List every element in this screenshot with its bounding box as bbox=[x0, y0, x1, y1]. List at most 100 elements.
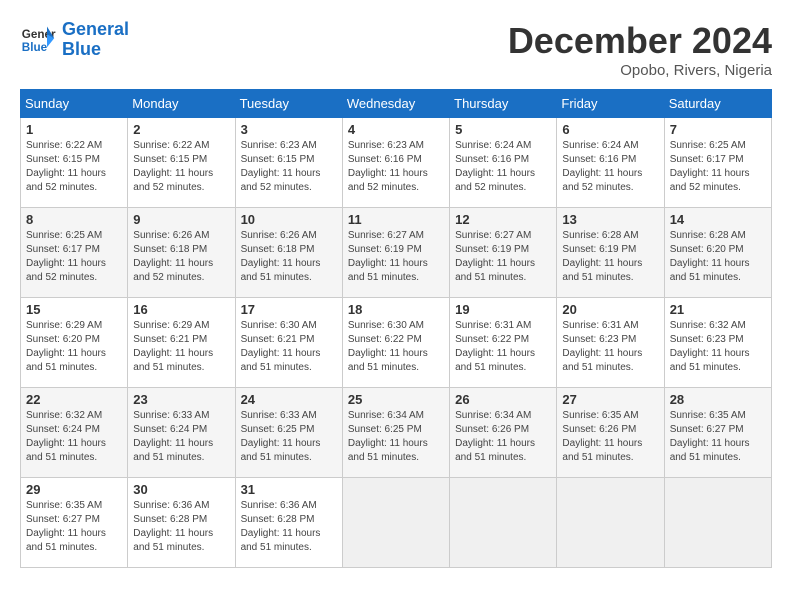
day-number: 21 bbox=[670, 302, 766, 317]
calendar-cell: 15 Sunrise: 6:29 AM Sunset: 6:20 PM Dayli… bbox=[21, 298, 128, 388]
calendar-cell: 20Sunrise: 6:31 AM Sunset: 6:23 PM Dayli… bbox=[557, 298, 664, 388]
day-info: Sunrise: 6:35 AM Sunset: 6:27 PM Dayligh… bbox=[670, 409, 766, 465]
calendar-cell bbox=[664, 478, 771, 568]
day-number: 23 bbox=[133, 392, 229, 407]
title-block: December 2024 Opobo, Rivers, Nigeria bbox=[508, 20, 772, 79]
calendar-cell: 8 Sunrise: 6:25 AM Sunset: 6:17 PM Daylig… bbox=[21, 208, 128, 298]
day-number: 28 bbox=[670, 392, 766, 407]
day-number: 16 bbox=[133, 302, 229, 317]
day-number: 22 bbox=[26, 392, 122, 407]
calendar-cell: 13 Sunrise: 6:28 AM Sunset: 6:19 PM Dayli… bbox=[557, 208, 664, 298]
calendar-cell: 1 Sunrise: 6:22 AM Sunset: 6:15 PM Daylig… bbox=[21, 118, 128, 208]
day-info: Sunrise: 6:25 AM Sunset: 6:17 PM Dayligh… bbox=[26, 229, 122, 285]
day-number: 29 bbox=[26, 482, 122, 497]
location: Opobo, Rivers, Nigeria bbox=[508, 62, 772, 79]
calendar-cell bbox=[342, 478, 449, 568]
day-info: Sunrise: 6:32 AM Sunset: 6:24 PM Dayligh… bbox=[26, 409, 122, 465]
calendar-cell: 9 Sunrise: 6:26 AM Sunset: 6:18 PM Daylig… bbox=[128, 208, 235, 298]
day-info: Sunrise: 6:30 AM Sunset: 6:22 PM Dayligh… bbox=[348, 319, 444, 375]
calendar-cell: 12 Sunrise: 6:27 AM Sunset: 6:19 PM Dayli… bbox=[450, 208, 557, 298]
day-info: Sunrise: 6:36 AM Sunset: 6:28 PM Dayligh… bbox=[241, 499, 337, 555]
calendar-cell: 22 Sunrise: 6:32 AM Sunset: 6:24 PM Dayli… bbox=[21, 388, 128, 478]
day-number: 1 bbox=[26, 122, 122, 137]
day-info: Sunrise: 6:26 AM Sunset: 6:18 PM Dayligh… bbox=[133, 229, 229, 285]
day-number: 14 bbox=[670, 212, 766, 227]
day-of-week-header: Monday bbox=[128, 90, 235, 118]
calendar-cell: 11 Sunrise: 6:27 AM Sunset: 6:19 PM Dayli… bbox=[342, 208, 449, 298]
day-number: 3 bbox=[241, 122, 337, 137]
day-info: Sunrise: 6:27 AM Sunset: 6:19 PM Dayligh… bbox=[455, 229, 551, 285]
calendar-cell: 27 Sunrise: 6:35 AM Sunset: 6:26 PM Dayli… bbox=[557, 388, 664, 478]
day-number: 4 bbox=[348, 122, 444, 137]
day-info: Sunrise: 6:22 AM Sunset: 6:15 PM Dayligh… bbox=[133, 139, 229, 195]
day-number: 10 bbox=[241, 212, 337, 227]
calendar-cell: 30Sunrise: 6:36 AM Sunset: 6:28 PM Dayli… bbox=[128, 478, 235, 568]
calendar-cell: 14 Sunrise: 6:28 AM Sunset: 6:20 PM Dayli… bbox=[664, 208, 771, 298]
day-info: Sunrise: 6:35 AM Sunset: 6:26 PM Dayligh… bbox=[562, 409, 658, 465]
day-number: 6 bbox=[562, 122, 658, 137]
calendar-cell: 5 Sunrise: 6:24 AM Sunset: 6:16 PM Daylig… bbox=[450, 118, 557, 208]
day-number: 25 bbox=[348, 392, 444, 407]
month-title: December 2024 bbox=[508, 20, 772, 62]
calendar-cell: 28 Sunrise: 6:35 AM Sunset: 6:27 PM Dayli… bbox=[664, 388, 771, 478]
calendar-cell: 16 Sunrise: 6:29 AM Sunset: 6:21 PM Dayli… bbox=[128, 298, 235, 388]
day-number: 12 bbox=[455, 212, 551, 227]
day-info: Sunrise: 6:22 AM Sunset: 6:15 PM Dayligh… bbox=[26, 139, 122, 195]
day-info: Sunrise: 6:32 AM Sunset: 6:23 PM Dayligh… bbox=[670, 319, 766, 375]
day-info: Sunrise: 6:29 AM Sunset: 6:20 PM Dayligh… bbox=[26, 319, 122, 375]
page-header: General Blue GeneralBlue December 2024 O… bbox=[20, 20, 772, 79]
day-info: Sunrise: 6:27 AM Sunset: 6:19 PM Dayligh… bbox=[348, 229, 444, 285]
calendar-cell bbox=[557, 478, 664, 568]
calendar-cell: 3 Sunrise: 6:23 AM Sunset: 6:15 PM Daylig… bbox=[235, 118, 342, 208]
day-info: Sunrise: 6:29 AM Sunset: 6:21 PM Dayligh… bbox=[133, 319, 229, 375]
day-info: Sunrise: 6:31 AM Sunset: 6:22 PM Dayligh… bbox=[455, 319, 551, 375]
day-info: Sunrise: 6:33 AM Sunset: 6:24 PM Dayligh… bbox=[133, 409, 229, 465]
day-info: Sunrise: 6:28 AM Sunset: 6:19 PM Dayligh… bbox=[562, 229, 658, 285]
day-number: 31 bbox=[241, 482, 337, 497]
day-number: 5 bbox=[455, 122, 551, 137]
calendar-cell: 6Sunrise: 6:24 AM Sunset: 6:16 PM Daylig… bbox=[557, 118, 664, 208]
calendar-cell: 23 Sunrise: 6:33 AM Sunset: 6:24 PM Dayli… bbox=[128, 388, 235, 478]
day-info: Sunrise: 6:26 AM Sunset: 6:18 PM Dayligh… bbox=[241, 229, 337, 285]
day-number: 15 bbox=[26, 302, 122, 317]
logo: General Blue GeneralBlue bbox=[20, 20, 129, 60]
day-number: 17 bbox=[241, 302, 337, 317]
calendar-cell: 29 Sunrise: 6:35 AM Sunset: 6:27 PM Dayli… bbox=[21, 478, 128, 568]
day-info: Sunrise: 6:28 AM Sunset: 6:20 PM Dayligh… bbox=[670, 229, 766, 285]
calendar-cell: 4 Sunrise: 6:23 AM Sunset: 6:16 PM Daylig… bbox=[342, 118, 449, 208]
calendar-cell bbox=[450, 478, 557, 568]
day-number: 8 bbox=[26, 212, 122, 227]
calendar-cell: 21 Sunrise: 6:32 AM Sunset: 6:23 PM Dayli… bbox=[664, 298, 771, 388]
calendar-cell: 7 Sunrise: 6:25 AM Sunset: 6:17 PM Daylig… bbox=[664, 118, 771, 208]
day-number: 24 bbox=[241, 392, 337, 407]
day-number: 11 bbox=[348, 212, 444, 227]
calendar-cell: 2 Sunrise: 6:22 AM Sunset: 6:15 PM Daylig… bbox=[128, 118, 235, 208]
calendar-cell: 25 Sunrise: 6:34 AM Sunset: 6:25 PM Dayli… bbox=[342, 388, 449, 478]
calendar-cell: 24 Sunrise: 6:33 AM Sunset: 6:25 PM Dayli… bbox=[235, 388, 342, 478]
day-number: 9 bbox=[133, 212, 229, 227]
logo-icon: General Blue bbox=[20, 22, 56, 58]
day-number: 27 bbox=[562, 392, 658, 407]
day-info: Sunrise: 6:23 AM Sunset: 6:15 PM Dayligh… bbox=[241, 139, 337, 195]
calendar-table: SundayMondayTuesdayWednesdayThursdayFrid… bbox=[20, 89, 772, 568]
day-of-week-header: Saturday bbox=[664, 90, 771, 118]
day-info: Sunrise: 6:35 AM Sunset: 6:27 PM Dayligh… bbox=[26, 499, 122, 555]
calendar-cell: 19Sunrise: 6:31 AM Sunset: 6:22 PM Dayli… bbox=[450, 298, 557, 388]
svg-text:Blue: Blue bbox=[22, 41, 48, 54]
calendar-cell: 10 Sunrise: 6:26 AM Sunset: 6:18 PM Dayli… bbox=[235, 208, 342, 298]
day-info: Sunrise: 6:23 AM Sunset: 6:16 PM Dayligh… bbox=[348, 139, 444, 195]
logo-text: GeneralBlue bbox=[62, 20, 129, 60]
day-of-week-header: Friday bbox=[557, 90, 664, 118]
day-number: 2 bbox=[133, 122, 229, 137]
day-info: Sunrise: 6:36 AM Sunset: 6:28 PM Dayligh… bbox=[133, 499, 229, 555]
day-info: Sunrise: 6:33 AM Sunset: 6:25 PM Dayligh… bbox=[241, 409, 337, 465]
day-info: Sunrise: 6:25 AM Sunset: 6:17 PM Dayligh… bbox=[670, 139, 766, 195]
day-number: 7 bbox=[670, 122, 766, 137]
day-number: 13 bbox=[562, 212, 658, 227]
calendar-cell: 17Sunrise: 6:30 AM Sunset: 6:21 PM Dayli… bbox=[235, 298, 342, 388]
day-info: Sunrise: 6:24 AM Sunset: 6:16 PM Dayligh… bbox=[455, 139, 551, 195]
day-of-week-header: Wednesday bbox=[342, 90, 449, 118]
calendar-cell: 26Sunrise: 6:34 AM Sunset: 6:26 PM Dayli… bbox=[450, 388, 557, 478]
day-info: Sunrise: 6:34 AM Sunset: 6:25 PM Dayligh… bbox=[348, 409, 444, 465]
calendar-cell: 18Sunrise: 6:30 AM Sunset: 6:22 PM Dayli… bbox=[342, 298, 449, 388]
